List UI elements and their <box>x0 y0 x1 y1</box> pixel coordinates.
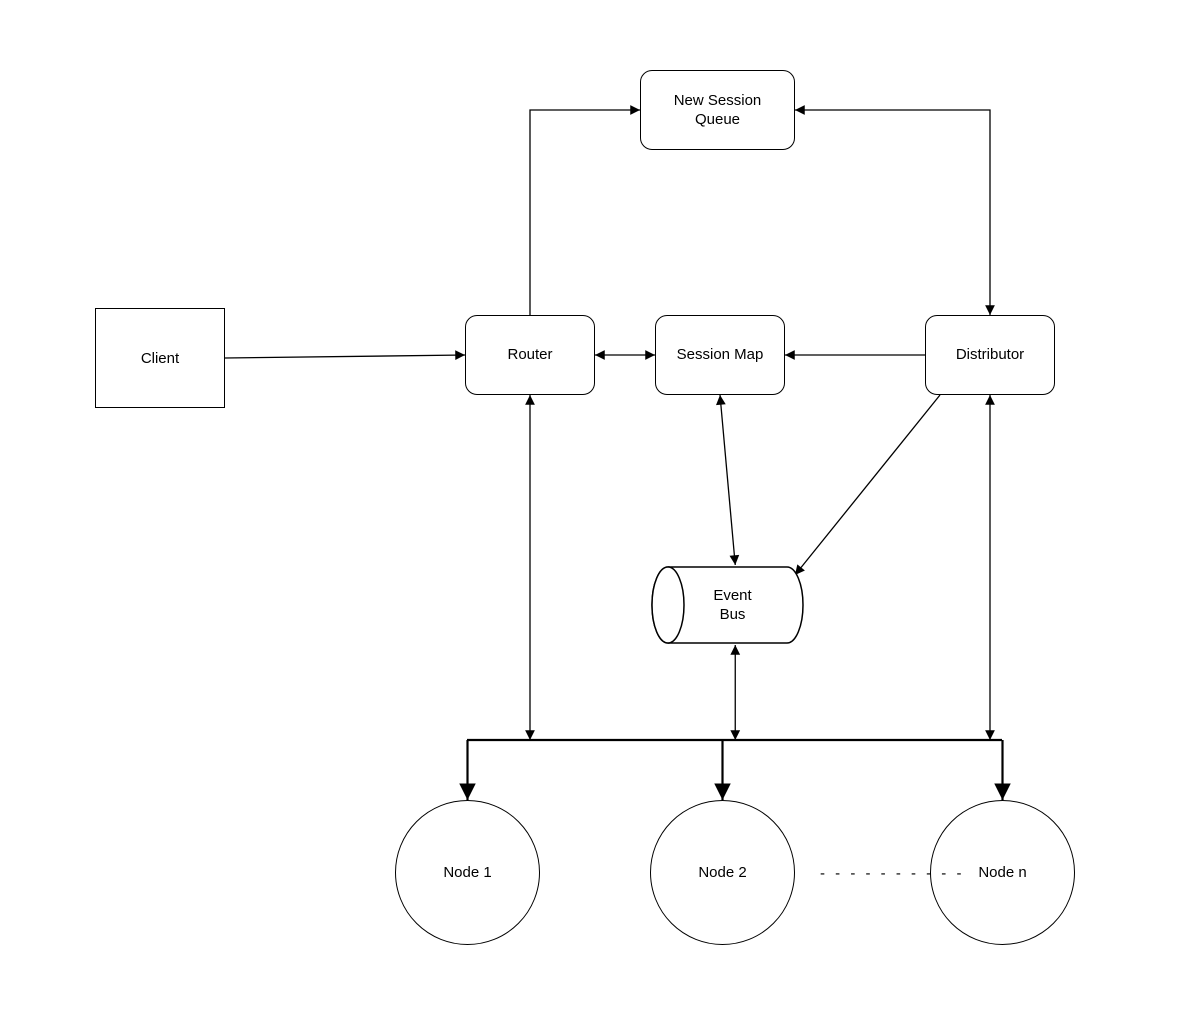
nodes-ellipsis: - - - - - - - - - - <box>820 865 964 882</box>
session-map-box: Session Map <box>655 315 785 395</box>
distributor-box: Distributor <box>925 315 1055 395</box>
router-label: Router <box>507 345 552 365</box>
client-box: Client <box>95 308 225 408</box>
node-1-circle: Node 1 <box>395 800 540 945</box>
distributor-label: Distributor <box>956 345 1024 365</box>
node-2-label: Node 2 <box>698 864 746 881</box>
node-1-label: Node 1 <box>443 864 491 881</box>
router-box: Router <box>465 315 595 395</box>
session-map-label: Session Map <box>677 345 764 365</box>
client-label: Client <box>141 350 179 367</box>
node-n-label: Node n <box>978 864 1026 881</box>
node-2-circle: Node 2 <box>650 800 795 945</box>
ellipsis-text: - - - - - - - - - - <box>820 865 964 882</box>
event-bus-cylinder: Event Bus <box>650 565 805 645</box>
new-session-queue-label: New Session Queue <box>674 91 762 130</box>
event-bus-label: Event Bus <box>703 586 751 625</box>
new-session-queue-box: New Session Queue <box>640 70 795 150</box>
